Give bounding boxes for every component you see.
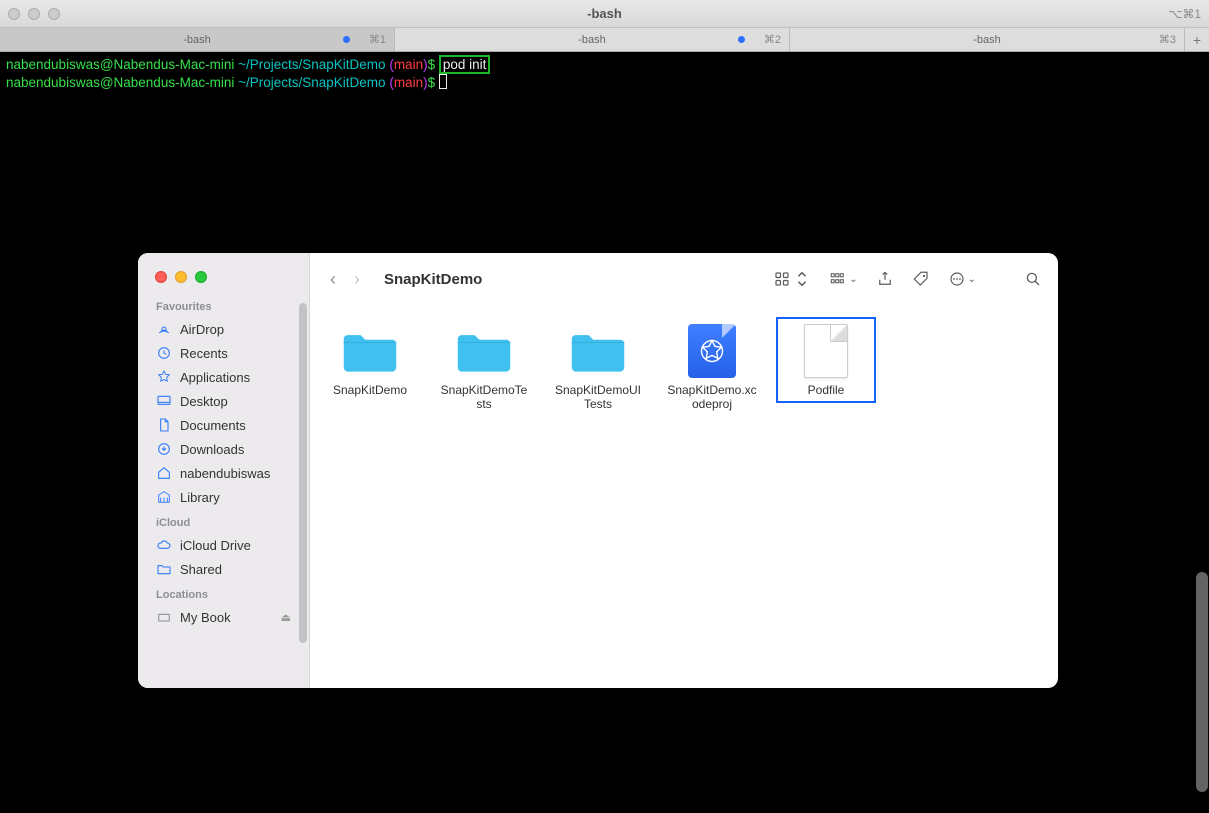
- terminal-tab-bar: -bash ⌘1 -bash ⌘2 -bash ⌘3 +: [0, 28, 1209, 52]
- tab-shortcut: ⌘3: [1159, 33, 1176, 46]
- sidebar-item-label: My Book: [180, 610, 231, 625]
- tab-shortcut: ⌘1: [369, 33, 386, 46]
- folder-icon: [448, 323, 520, 379]
- terminal-line: nabendubiswas@Nabendus-Mac-mini ~/Projec…: [6, 56, 1203, 74]
- sidebar-scrollbar[interactable]: [299, 303, 307, 643]
- close-button[interactable]: [155, 271, 167, 283]
- file-item-folder[interactable]: SnapKitDemo: [320, 317, 420, 403]
- share-button[interactable]: [876, 270, 894, 288]
- activity-dot-icon: [343, 36, 350, 43]
- applications-icon: [156, 369, 172, 385]
- terminal-line: nabendubiswas@Nabendus-Mac-mini ~/Projec…: [6, 74, 1203, 92]
- library-icon: [156, 489, 172, 505]
- add-tab-button[interactable]: +: [1185, 28, 1209, 51]
- xcodeproj-icon: [676, 323, 748, 379]
- file-item-xcodeproj[interactable]: SnapKitDemo.xcodeproj: [662, 317, 762, 417]
- airdrop-icon: [156, 321, 172, 337]
- folder-icon: [562, 323, 634, 379]
- finder-window: Favourites AirDrop Recents Applications …: [138, 253, 1058, 688]
- sidebar-item-library[interactable]: Library: [138, 485, 309, 509]
- file-label: Podfile: [808, 383, 845, 397]
- sidebar-section-favourites: Favourites: [138, 293, 309, 317]
- sidebar-item-documents[interactable]: Documents: [138, 413, 309, 437]
- document-icon: [156, 417, 172, 433]
- window-title: -bash: [0, 6, 1209, 21]
- sidebar-section-locations: Locations: [138, 581, 309, 605]
- cursor: [439, 74, 447, 89]
- finder-toolbar: ‹ › SnapKitDemo ⌄ ⌄: [310, 253, 1058, 305]
- sidebar-item-label: Documents: [180, 418, 246, 433]
- minimize-button[interactable]: [175, 271, 187, 283]
- eject-icon[interactable]: ⏏: [281, 611, 291, 624]
- tab-label: -bash: [973, 34, 1001, 46]
- sidebar-item-icloud-drive[interactable]: iCloud Drive: [138, 533, 309, 557]
- chevron-down-icon: ⌄: [849, 274, 857, 285]
- clock-icon: [156, 345, 172, 361]
- desktop-icon: [156, 393, 172, 409]
- sidebar-item-label: iCloud Drive: [180, 538, 251, 553]
- drive-icon: [156, 609, 172, 625]
- terminal-scrollbar[interactable]: [1196, 572, 1208, 792]
- terminal-tab-2[interactable]: -bash ⌘2: [395, 28, 790, 51]
- finder-title: SnapKitDemo: [384, 271, 482, 288]
- file-label: SnapKitDemoTests: [438, 383, 530, 411]
- file-item-folder[interactable]: SnapKitDemoUITests: [548, 317, 648, 417]
- search-button[interactable]: [1024, 270, 1042, 288]
- sidebar-item-label: AirDrop: [180, 322, 224, 337]
- activity-dot-icon: [738, 36, 745, 43]
- shared-folder-icon: [156, 561, 172, 577]
- sidebar-item-label: nabendubiswas: [180, 466, 270, 481]
- sidebar-item-home[interactable]: nabendubiswas: [138, 461, 309, 485]
- finder-traffic-lights: [155, 271, 207, 283]
- terminal-tab-1[interactable]: -bash ⌘1: [0, 28, 395, 51]
- sidebar-item-label: Recents: [180, 346, 228, 361]
- sidebar-item-label: Library: [180, 490, 220, 505]
- cloud-icon: [156, 537, 172, 553]
- file-label: SnapKitDemo.xcodeproj: [666, 383, 758, 411]
- finder-content[interactable]: SnapKitDemo SnapKitDemoTests SnapKitDemo…: [310, 305, 1058, 688]
- nav-back-button[interactable]: ‹: [330, 269, 336, 290]
- sidebar-item-label: Applications: [180, 370, 250, 385]
- file-item-folder[interactable]: SnapKitDemoTests: [434, 317, 534, 417]
- chevron-down-icon: ⌄: [968, 274, 976, 285]
- sidebar-item-recents[interactable]: Recents: [138, 341, 309, 365]
- sidebar-item-label: Downloads: [180, 442, 244, 457]
- home-icon: [156, 465, 172, 481]
- nav-forward-button[interactable]: ›: [354, 269, 360, 290]
- window-titlebar: -bash ⌥⌘1: [0, 0, 1209, 28]
- file-label: SnapKitDemo: [333, 383, 407, 397]
- sidebar-item-label: Shared: [180, 562, 222, 577]
- sidebar-item-label: Desktop: [180, 394, 228, 409]
- sidebar-item-shared[interactable]: Shared: [138, 557, 309, 581]
- finder-sidebar: Favourites AirDrop Recents Applications …: [138, 253, 310, 688]
- file-label: SnapKitDemoUITests: [552, 383, 644, 411]
- folder-icon: [334, 323, 406, 379]
- tags-button[interactable]: [912, 270, 930, 288]
- sidebar-item-applications[interactable]: Applications: [138, 365, 309, 389]
- action-menu-button[interactable]: ⌄: [948, 270, 976, 288]
- document-icon: [790, 323, 862, 379]
- sidebar-item-desktop[interactable]: Desktop: [138, 389, 309, 413]
- group-by-button[interactable]: ⌄: [829, 270, 857, 288]
- view-icons-button[interactable]: [773, 270, 811, 288]
- zoom-button[interactable]: [195, 271, 207, 283]
- sidebar-section-icloud: iCloud: [138, 509, 309, 533]
- terminal-tab-3[interactable]: -bash ⌘3: [790, 28, 1185, 51]
- file-item-podfile[interactable]: Podfile: [776, 317, 876, 403]
- finder-main: ‹ › SnapKitDemo ⌄ ⌄: [310, 253, 1058, 688]
- tab-shortcut: ⌘2: [764, 33, 781, 46]
- tab-label: -bash: [578, 34, 606, 46]
- tab-label: -bash: [183, 34, 211, 46]
- sidebar-item-downloads[interactable]: Downloads: [138, 437, 309, 461]
- sidebar-item-mybook[interactable]: My Book ⏏: [138, 605, 309, 629]
- download-icon: [156, 441, 172, 457]
- sidebar-item-airdrop[interactable]: AirDrop: [138, 317, 309, 341]
